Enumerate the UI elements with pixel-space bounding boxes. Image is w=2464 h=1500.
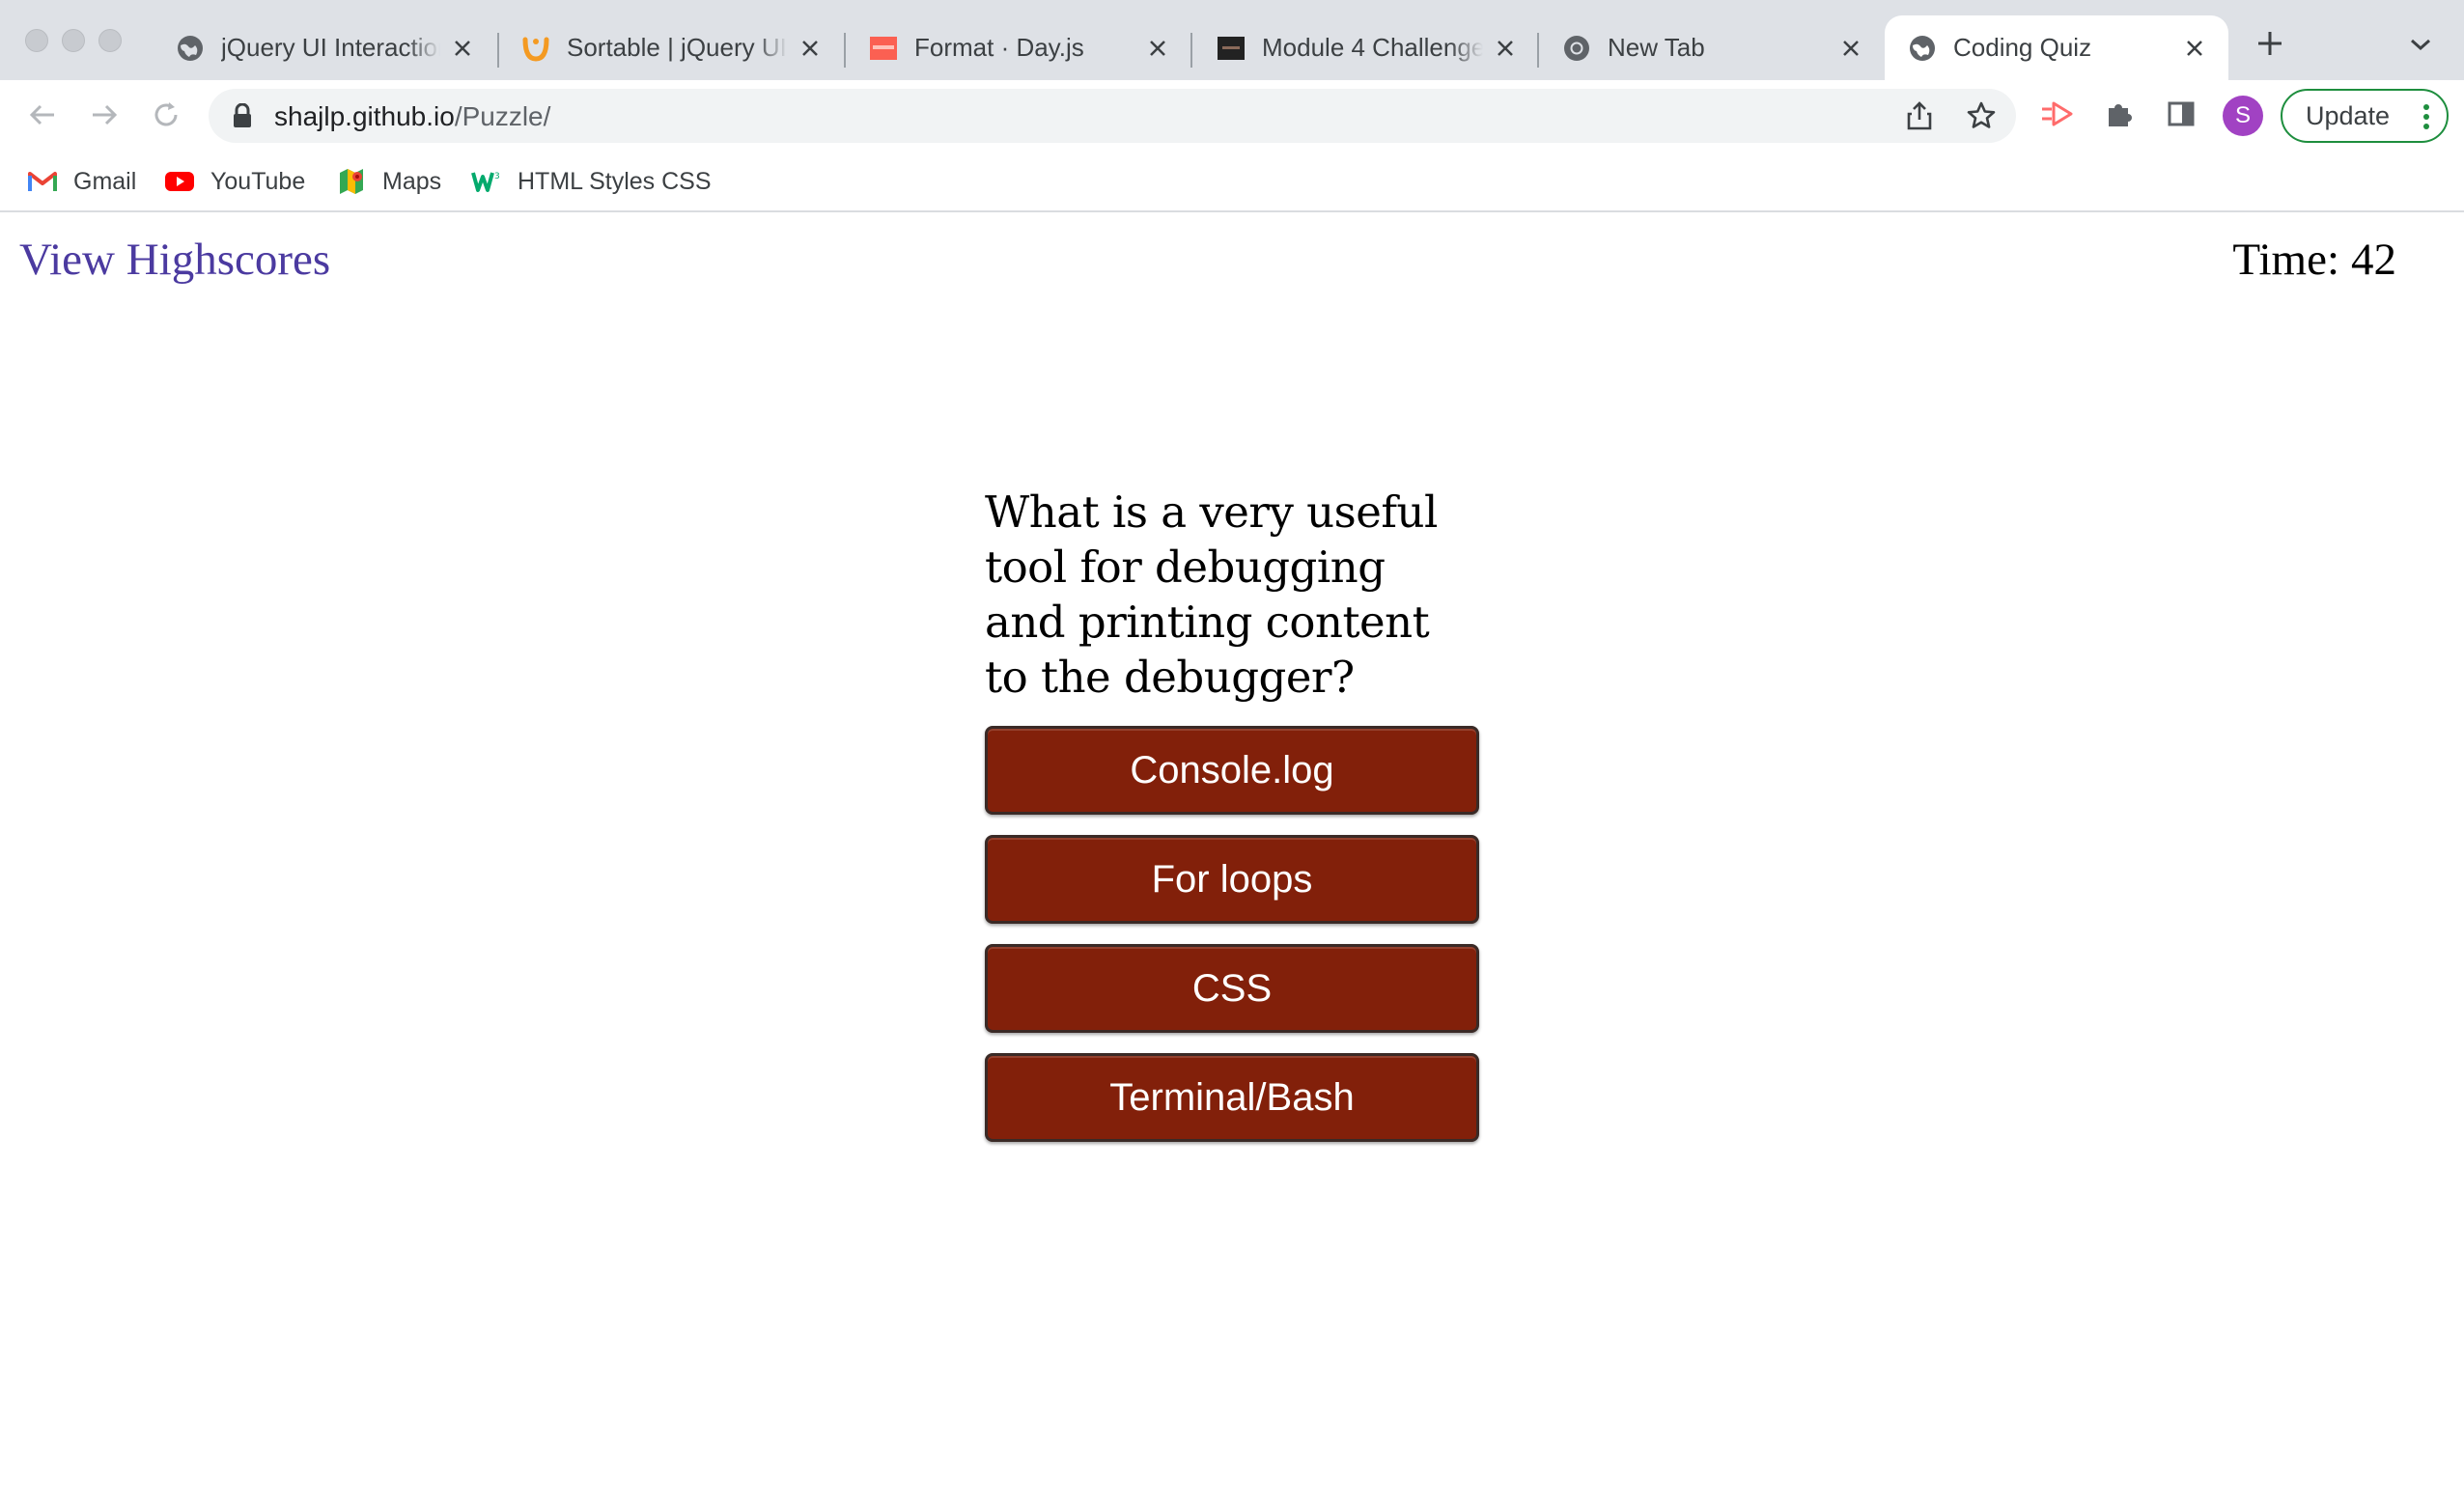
- tab-jquery-ui-interactions[interactable]: jQuery UI Interactions: [153, 15, 496, 80]
- url-text[interactable]: shajlp.github.io/Puzzle/: [274, 101, 550, 132]
- maximize-window-button[interactable]: [98, 29, 122, 52]
- bookmark-maps[interactable]: Maps: [336, 164, 441, 199]
- timer-value: 42: [2351, 235, 2396, 285]
- close-icon[interactable]: [1493, 36, 1518, 61]
- close-icon[interactable]: [1145, 36, 1170, 61]
- tab-title: jQuery UI Interactions: [221, 33, 440, 62]
- share-icon[interactable]: [1904, 100, 1935, 131]
- new-tab-plus-icon[interactable]: [2255, 29, 2284, 58]
- w3schools-icon: 3: [471, 168, 502, 195]
- dayjs-icon: [869, 34, 898, 63]
- reload-icon[interactable]: [149, 97, 183, 132]
- forward-arrow-icon[interactable]: [87, 97, 122, 132]
- profile-avatar[interactable]: S: [2223, 96, 2263, 136]
- answer-button-terminal-bash[interactable]: Terminal/Bash: [985, 1053, 1479, 1142]
- jquery-ui-icon: [521, 34, 550, 63]
- module-icon: [1217, 34, 1246, 63]
- timer: Time: 42: [2232, 234, 2396, 286]
- extensions-puzzle-icon[interactable]: [2101, 96, 2138, 132]
- maps-icon: [336, 168, 367, 195]
- tab-module-4-challenge[interactable]: Module 4 Challenge: [1193, 15, 1539, 80]
- tab-title: Module 4 Challenge: [1262, 33, 1483, 62]
- url-path: /Puzzle/: [454, 101, 551, 131]
- bookmark-html-styles-css[interactable]: 3 HTML Styles CSS: [471, 164, 712, 199]
- chrome-icon: [1562, 34, 1591, 63]
- close-icon[interactable]: [2182, 36, 2207, 61]
- bookmarks-bar: Gmail YouTube Maps 3 HTML Styles CSS: [0, 151, 2464, 212]
- more-vertical-icon[interactable]: [2423, 104, 2429, 129]
- back-arrow-icon[interactable]: [25, 97, 60, 132]
- answer-list: Console.log For loops CSS Terminal/Bash: [985, 726, 1479, 1142]
- update-label: Update: [2306, 100, 2391, 130]
- gmail-icon: [27, 168, 58, 195]
- update-button[interactable]: Update: [2281, 89, 2449, 143]
- url-host: shajlp.github.io: [274, 101, 455, 131]
- browser-toolbar: shajlp.github.io/Puzzle/ S Update: [0, 80, 2464, 151]
- bookmark-star-icon[interactable]: [1966, 100, 1997, 131]
- answer-button-for-loops[interactable]: For loops: [985, 835, 1479, 924]
- question-text: What is a very useful tool for debugging…: [985, 486, 1438, 703]
- side-panel-icon[interactable]: [2163, 96, 2199, 132]
- close-icon[interactable]: [450, 36, 475, 61]
- globe-icon: [1908, 34, 1937, 63]
- globe-icon: [176, 34, 205, 63]
- tab-strip: jQuery UI Interactions Sortable | jQuery…: [0, 0, 2464, 80]
- svg-text:3: 3: [494, 172, 500, 181]
- lock-icon[interactable]: [232, 102, 253, 128]
- bookmark-youtube[interactable]: YouTube: [164, 164, 305, 199]
- bookmark-label: Gmail: [73, 167, 137, 195]
- bookmark-label: Maps: [382, 167, 442, 195]
- tab-coding-quiz[interactable]: Coding Quiz: [1885, 15, 2228, 80]
- extension-arrow-icon[interactable]: [2039, 96, 2076, 132]
- timer-label: Time:: [2232, 235, 2339, 285]
- answer-button-css[interactable]: CSS: [985, 944, 1479, 1033]
- tab-separator: [1190, 33, 1192, 68]
- tab-title: Format · Day.js: [914, 33, 1084, 62]
- address-bar[interactable]: shajlp.github.io/Puzzle/: [209, 89, 2016, 143]
- answer-button-console-log[interactable]: Console.log: [985, 726, 1479, 815]
- close-icon[interactable]: [1838, 36, 1863, 61]
- youtube-icon: [164, 168, 195, 195]
- quiz-card: What is a very useful tool for debugging…: [985, 485, 1479, 1162]
- close-window-button[interactable]: [25, 29, 48, 52]
- tab-title: Sortable | jQuery UI: [567, 33, 787, 62]
- page-content: View Highscores Time: 42 What is a very u…: [0, 214, 2464, 1500]
- tab-new-tab[interactable]: New Tab: [1539, 15, 1885, 80]
- view-highscores-link[interactable]: View Highscores: [19, 234, 330, 286]
- tab-title: New Tab: [1608, 33, 1705, 62]
- minimize-window-button[interactable]: [62, 29, 85, 52]
- tab-format-dayjs[interactable]: Format · Day.js: [846, 15, 1191, 80]
- tab-sortable-jquery-ui[interactable]: Sortable | jQuery UI: [498, 15, 844, 80]
- bookmark-label: YouTube: [210, 167, 306, 195]
- bookmark-label: HTML Styles CSS: [518, 167, 712, 195]
- close-icon[interactable]: [798, 36, 823, 61]
- tab-title: Coding Quiz: [1953, 33, 2092, 62]
- bookmark-gmail[interactable]: Gmail: [27, 164, 136, 199]
- chevron-down-icon[interactable]: [2408, 35, 2433, 54]
